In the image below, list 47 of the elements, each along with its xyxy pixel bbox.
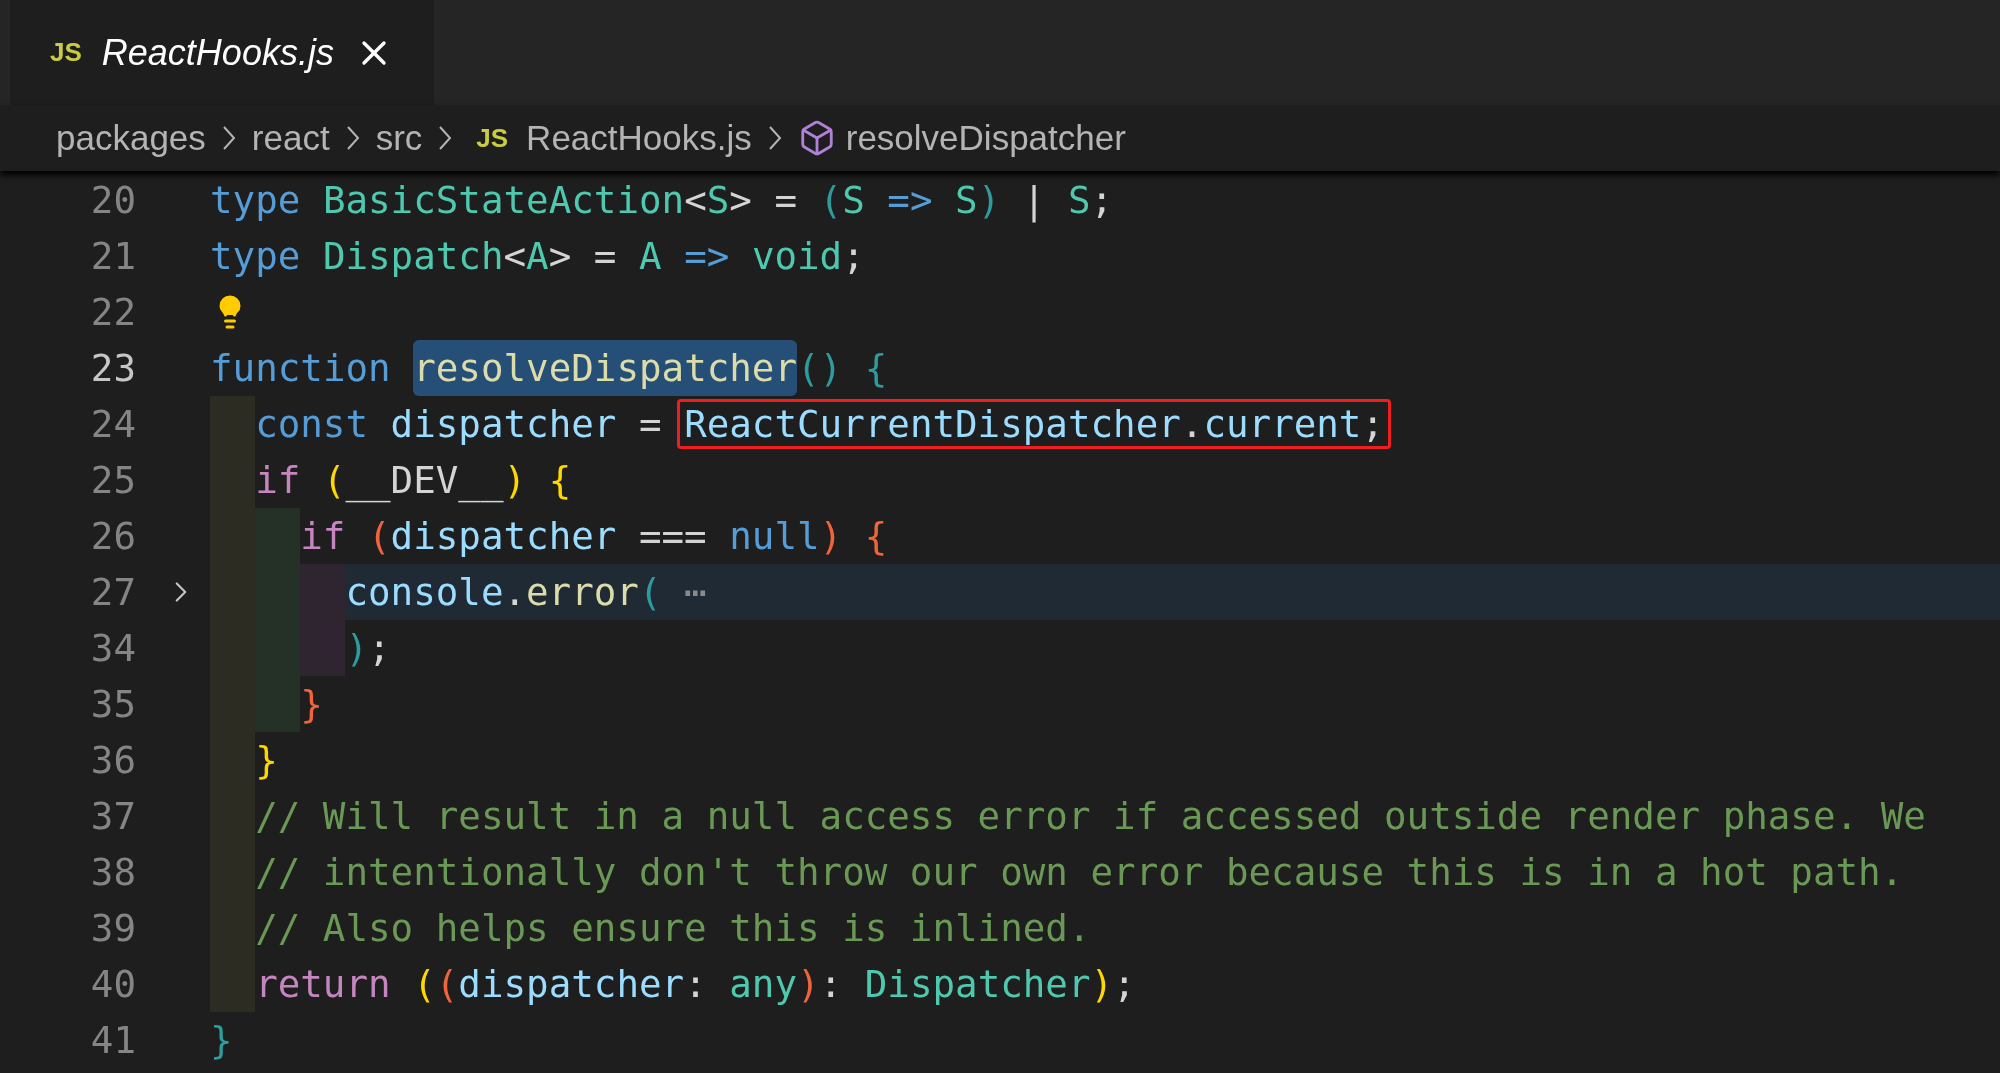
breadcrumb-item[interactable]: resolveDispatcher [845,111,1126,165]
editor-tab[interactable]: JS ReactHooks.js [10,0,434,105]
line-number: 26 [90,514,136,558]
file-type-icon: JS [476,118,509,158]
line-number: 34 [90,626,136,670]
line-number: 40 [90,962,136,1006]
code-text: // intentionally don't throw our own error because this is in a hot path. [255,849,1904,896]
breadcrumb-item[interactable]: src [375,111,423,165]
line-number: 35 [90,682,136,726]
line-number: 21 [90,234,136,278]
line-number: 38 [90,850,136,894]
code-text: } [300,681,323,728]
code-text: if (dispatcher === null) { [300,513,888,560]
line-number: 20 [90,178,136,222]
code-text: () { [797,345,888,392]
line-number: 39 [90,906,136,950]
line-number: 36 [90,738,136,782]
code-text: type Dispatch<A> = A => void; [210,233,865,280]
chevron-icon [345,125,360,151]
code-text: if (__DEV__) { [255,457,572,505]
breadcrumb-item[interactable]: packages [56,111,206,165]
code-text: ); [345,625,391,672]
breadcrumb-item[interactable]: ReactHooks.js [526,111,752,165]
line-number: 23 [90,346,136,390]
code-text: // Also helps ensure this is inlined. [255,905,1091,952]
line-number: 22 [90,290,136,334]
chevron-icon [767,125,782,151]
line-number: 37 [90,794,136,838]
code-text: } [210,1017,233,1064]
line-number: 27 [90,570,136,614]
tab-label: ReactHooks.js [101,30,334,75]
code-text: } [255,737,278,784]
code-text: console.error( ⋯ [345,569,707,616]
code-text: // Will result in a null access error if accessed outside render phase. We [255,793,1926,840]
line-number: 25 [90,458,136,502]
breadcrumb-item[interactable]: react [251,111,330,165]
code-text: return ((dispatcher: any): Dispatcher); [255,961,1136,1008]
annotation-box: ReactCurrentDispatcher.current; [677,399,1392,449]
chevron-icon [221,125,236,151]
line-number: 41 [90,1018,136,1062]
chevron-icon [438,125,453,151]
code-text: const dispatcher = [255,401,663,448]
line-number: 24 [90,402,136,446]
code-text: type BasicStateAction<S> = (S => S) | S; [210,177,1114,225]
code-text: function [210,345,392,392]
file-type-icon: JS [50,33,82,72]
selection-highlight: resolveDispatcher [413,340,797,396]
